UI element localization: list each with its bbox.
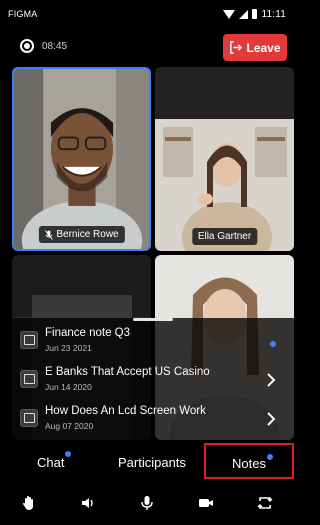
note-date: Jun 14 2020 — [45, 382, 92, 392]
unread-dot — [270, 341, 276, 347]
unread-dot — [267, 454, 273, 460]
raise-hand-button[interactable] — [14, 488, 44, 518]
note-date: Jun 23 2021 — [45, 343, 92, 353]
note-item[interactable]: Finance note Q3 Jun 23 2021 — [18, 323, 286, 359]
status-bar: FIGMA 11:11 — [0, 0, 294, 28]
microphone-button[interactable] — [132, 488, 162, 518]
exit-icon — [230, 41, 243, 54]
leave-button[interactable]: Leave — [223, 34, 287, 61]
call-toolbar — [0, 485, 294, 520]
video-camera-icon — [198, 498, 213, 507]
name-tag: Ella Gartner — [191, 228, 258, 245]
notes-sheet: Finance note Q3 Jun 23 2021 E Banks That… — [0, 318, 294, 440]
note-item[interactable]: How Does An Lcd Screen Work Aug 07 2020 — [18, 401, 286, 437]
name-tag: Bernice Rowe — [38, 226, 125, 243]
switch-camera-icon — [257, 496, 273, 509]
switch-camera-button[interactable] — [250, 488, 280, 518]
mic-muted-icon — [44, 229, 53, 240]
call-timer: 08:45 — [42, 41, 68, 52]
unread-dot — [65, 451, 72, 457]
tab-bar: Chat Participants Notes — [0, 443, 294, 479]
participant-tile[interactable]: Bernice Rowe — [12, 67, 151, 251]
note-icon — [20, 409, 38, 427]
leave-label: Leave — [246, 40, 281, 55]
clock: 11:11 — [261, 8, 286, 20]
note-date: Aug 07 2020 — [45, 421, 94, 431]
participant-video — [14, 69, 149, 249]
battery-icon — [252, 9, 258, 19]
speaker-icon — [82, 497, 93, 508]
recording-icon — [20, 39, 34, 53]
participant-video — [155, 67, 294, 251]
note-title: How Does An Lcd Screen Work — [45, 405, 206, 417]
raise-hand-icon — [23, 495, 34, 510]
tab-chat[interactable]: Chat — [37, 451, 72, 470]
tab-notes[interactable]: Notes — [204, 443, 294, 479]
chevron-right-icon — [267, 373, 276, 387]
tab-label: Notes — [232, 456, 266, 471]
chevron-right-icon — [267, 412, 276, 426]
microphone-icon — [141, 495, 153, 510]
note-icon — [20, 331, 38, 349]
speaker-button[interactable] — [73, 488, 103, 518]
drag-handle[interactable] — [133, 318, 173, 321]
note-icon — [20, 370, 38, 388]
note-title: E Banks That Accept US Casino — [45, 366, 210, 378]
wifi-icon — [223, 9, 236, 19]
tab-label: Participants — [118, 455, 186, 470]
note-item[interactable]: E Banks That Accept US Casino Jun 14 202… — [18, 362, 286, 398]
signal-icon — [239, 9, 249, 19]
carrier-label: FIGMA — [8, 9, 38, 19]
tab-participants[interactable]: Participants — [118, 455, 186, 470]
system-indicators: 11:11 — [223, 9, 286, 20]
participant-tile[interactable]: Ella Gartner — [155, 67, 294, 251]
call-header: 08:45 Leave — [0, 32, 294, 62]
participant-name: Bernice Rowe — [56, 229, 119, 240]
participant-name: Ella Gartner — [197, 231, 252, 242]
note-title: Finance note Q3 — [45, 327, 131, 339]
tab-label: Chat — [37, 455, 65, 470]
video-button[interactable] — [191, 488, 221, 518]
